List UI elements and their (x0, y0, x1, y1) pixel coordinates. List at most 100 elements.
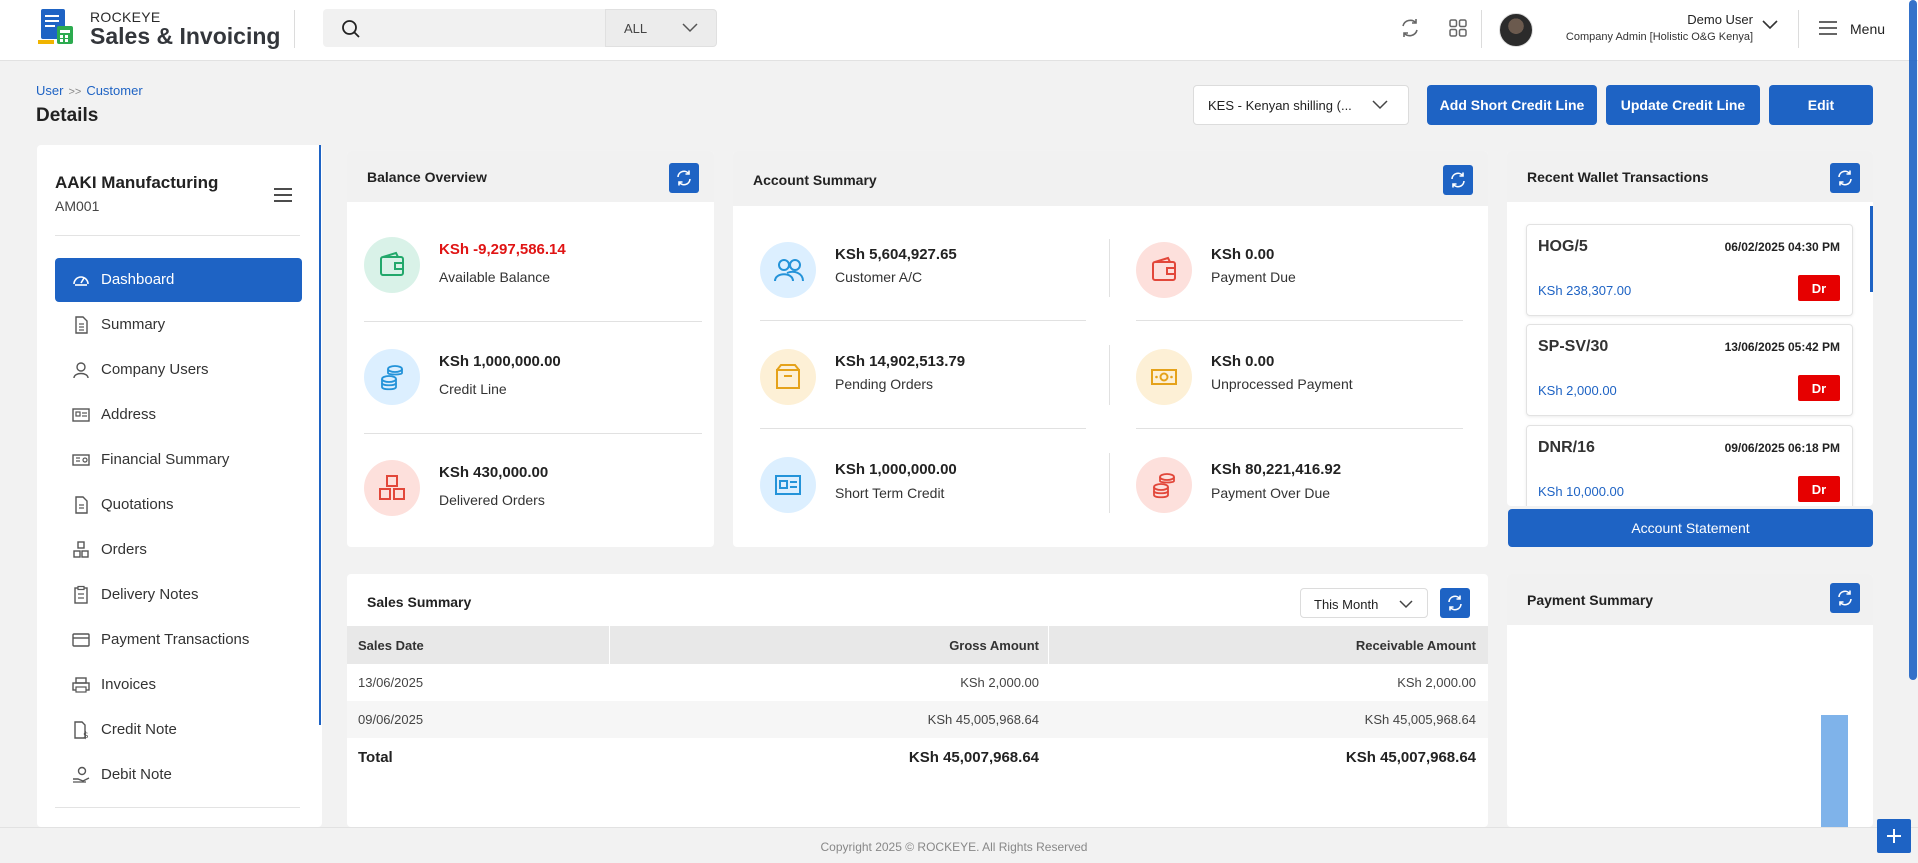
sidebar-item-label: Quotations (101, 496, 174, 513)
package-icon (776, 364, 800, 389)
money-card-icon (72, 454, 90, 466)
card-title: Sales Summary (367, 594, 472, 610)
hamburger-icon[interactable] (274, 187, 292, 203)
period-select[interactable]: This Month (1300, 588, 1428, 618)
search-input[interactable] (369, 9, 599, 47)
cash-icon-circle (1136, 349, 1192, 405)
wallet-icon (1152, 256, 1176, 281)
refresh-button[interactable] (1443, 165, 1473, 195)
table-cell: KSh 45,007,968.64 (908, 749, 1039, 766)
sidebar-item-label: Address (101, 406, 157, 423)
divider (55, 807, 300, 808)
table-cell: KSh 2,000.00 (960, 675, 1039, 690)
id-card-icon (775, 475, 801, 495)
coins-icon (1153, 473, 1175, 499)
menu-label: Menu (1850, 21, 1886, 37)
sidebar-item-debit-note[interactable]: Debit Note (55, 753, 302, 797)
page-scrollbar[interactable] (1909, 0, 1917, 680)
refresh-icon (1451, 172, 1465, 188)
divider (1798, 10, 1799, 48)
search-filter-label: ALL (624, 21, 648, 36)
boxes-icon (73, 541, 89, 558)
app-logo-icon[interactable] (38, 6, 76, 46)
hamburger-icon (1819, 21, 1837, 35)
wallet-scrollbar[interactable] (1870, 206, 1873, 292)
refresh-button[interactable] (1830, 163, 1860, 193)
account-summary-card: Account Summary KSh 5,604,927.65 Custome… (733, 151, 1488, 547)
table-cell: KSh 2,000.00 (1397, 675, 1476, 690)
wallet-date: 09/06/2025 06:18 PM (1724, 441, 1840, 455)
sidebar-item-label: Credit Note (101, 721, 177, 738)
sidebar-item-address[interactable]: Address (55, 393, 302, 437)
sidebar-item-label: Debit Note (101, 766, 172, 783)
wallet-ref: HOG/5 (1538, 238, 1588, 255)
table-row[interactable]: 09/06/2025 KSh 45,005,968.64 KSh 45,005,… (347, 701, 1488, 738)
sidebar-item-dashboard[interactable]: Dashboard (55, 258, 302, 302)
payment-due-label: Payment Due (1211, 269, 1296, 285)
sales-summary-card: Sales Summary This Month Sales Date Gros… (347, 574, 1488, 827)
sidebar-item-payment-transactions[interactable]: Payment Transactions (55, 618, 302, 662)
users-icon (774, 259, 804, 282)
payment-chart-bar[interactable] (1821, 715, 1848, 827)
list-item[interactable]: DNR/16 09/06/2025 06:18 PM KSh 10,000.00… (1526, 425, 1853, 506)
column-header[interactable]: Gross Amount (949, 638, 1039, 653)
sidebar-item-company-users[interactable]: Company Users (55, 348, 302, 392)
wallet-date: 06/02/2025 04:30 PM (1724, 240, 1840, 254)
account-statement-button[interactable]: Account Statement (1508, 509, 1873, 547)
sidebar-item-credit-note[interactable]: $ Credit Note (55, 708, 302, 752)
column-header[interactable]: Sales Date (358, 638, 424, 653)
table-row[interactable]: 13/06/2025 KSh 2,000.00 KSh 2,000.00 (347, 664, 1488, 701)
divider (1136, 320, 1463, 321)
document-icon (75, 316, 88, 334)
search-box[interactable] (323, 9, 605, 47)
sidebar-item-summary[interactable]: Summary (55, 303, 302, 347)
company-code: AM001 (55, 198, 100, 214)
sidebar-item-orders[interactable]: Orders (55, 528, 302, 572)
short-term-credit-value: KSh 1,000,000.00 (835, 461, 957, 478)
sidebar-item-label: Dashboard (101, 271, 175, 288)
apps-grid-icon[interactable] (1447, 17, 1469, 39)
sidebar-item-invoices[interactable]: Invoices (55, 663, 302, 707)
currency-select[interactable]: KES - Kenyan shilling (... (1193, 85, 1409, 125)
update-credit-line-button[interactable]: Update Credit Line (1606, 85, 1760, 125)
top-bar: ROCKEYE Sales & Invoicing ALL Demo User … (0, 0, 1918, 61)
user-icon (73, 362, 89, 379)
copyright-text: Copyright 2025 © ROCKEYE. All Rights Res… (820, 840, 1088, 854)
refresh-icon (677, 170, 691, 186)
user-name[interactable]: Demo User (1687, 12, 1753, 27)
sidebar-item-financial-summary[interactable]: Financial Summary (55, 438, 302, 482)
breadcrumb-customer[interactable]: Customer (86, 83, 142, 98)
breadcrumb-user[interactable]: User (36, 83, 63, 98)
refresh-icon[interactable] (1399, 17, 1421, 39)
list-item[interactable]: SP-SV/30 13/06/2025 05:42 PM KSh 2,000.0… (1526, 324, 1853, 416)
sidebar-item-delivery-notes[interactable]: Delivery Notes (55, 573, 302, 617)
list-item[interactable]: HOG/5 06/02/2025 04:30 PM KSh 238,307.00… (1526, 224, 1853, 316)
sidebar-scrollbar[interactable] (319, 145, 321, 725)
chevron-down-icon[interactable] (1762, 20, 1778, 30)
table-cell: 09/06/2025 (358, 712, 424, 727)
add-short-credit-line-button[interactable]: Add Short Credit Line (1427, 85, 1597, 125)
refresh-button[interactable] (1440, 588, 1470, 618)
divider (294, 10, 295, 48)
edit-button[interactable]: Edit (1769, 85, 1873, 125)
wallet-ref: DNR/16 (1538, 439, 1595, 456)
menu-button[interactable]: Menu (1818, 17, 1898, 41)
refresh-button[interactable] (1830, 583, 1860, 613)
search-filter-select[interactable]: ALL (605, 9, 717, 47)
credit-line-label: Credit Line (439, 381, 507, 397)
payment-summary-card: Payment Summary (1507, 574, 1873, 827)
recent-wallet-transactions-card: Recent Wallet Transactions HOG/5 06/02/2… (1507, 151, 1873, 506)
sidebar-item-quotations[interactable]: Quotations (55, 483, 302, 527)
coins-icon (381, 365, 403, 391)
add-floating-button[interactable] (1877, 819, 1911, 853)
delivered-orders-value: KSh 430,000.00 (439, 464, 549, 481)
divider (55, 235, 300, 236)
coins-icon-circle (1136, 457, 1192, 513)
avatar[interactable] (1499, 13, 1533, 47)
payment-over-due-label: Payment Over Due (1211, 485, 1331, 501)
column-header[interactable]: Receivable Amount (1356, 638, 1476, 653)
table-cell: KSh 45,005,968.64 (1364, 712, 1476, 727)
user-role: Company Admin [Holistic O&G Kenya] (1565, 31, 1753, 43)
table-cell: KSh 45,007,968.64 (1345, 749, 1476, 766)
refresh-button[interactable] (669, 163, 699, 193)
